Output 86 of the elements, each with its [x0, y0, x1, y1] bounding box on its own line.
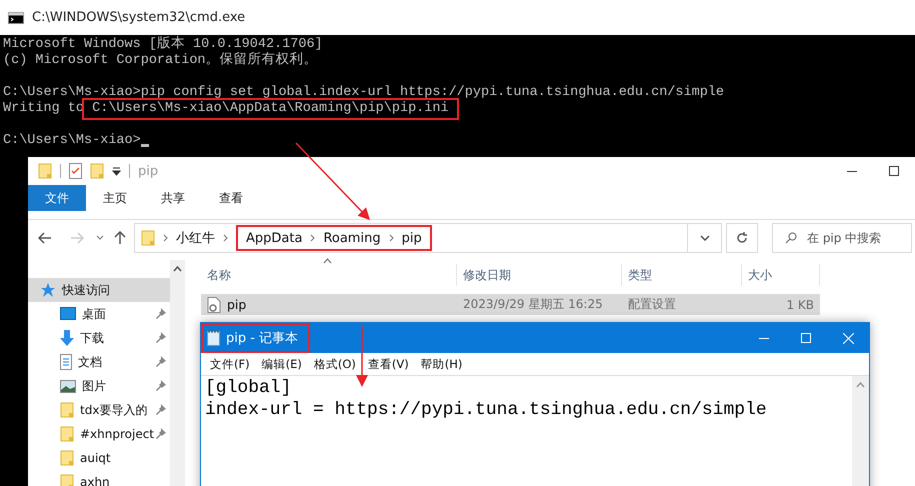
- console-app-icon: [8, 12, 24, 24]
- pin-icon[interactable]: [156, 380, 166, 391]
- column-header[interactable]: 大小: [742, 264, 820, 286]
- window-title: pip: [138, 164, 158, 178]
- highlighted-path: C:\Users\Ms-xiao\AppData\Roaming\pip\pip.ini: [82, 98, 459, 120]
- dropdown-icon[interactable]: [112, 166, 121, 176]
- sidebar-item[interactable]: 桌面: [28, 302, 170, 326]
- window-title: C:\WINDOWS\system32\cmd.exe: [32, 10, 246, 25]
- menu-item[interactable]: 文件(F): [205, 356, 255, 372]
- refresh-button[interactable]: [726, 223, 758, 253]
- scrollbar[interactable]: [170, 260, 185, 486]
- pin-icon[interactable]: [156, 356, 166, 367]
- settings-file-icon: [207, 296, 221, 312]
- folder-icon: [38, 163, 52, 179]
- notepad-icon: [207, 330, 220, 346]
- chevron-right-icon: [388, 234, 394, 242]
- folder-icon: [60, 402, 74, 418]
- sidebar-item[interactable]: 图片: [28, 374, 170, 398]
- folder-icon: [60, 450, 74, 466]
- sort-caret-icon: [323, 258, 332, 264]
- search-field[interactable]: 在 pip 中搜索: [772, 223, 912, 253]
- download-arrow-icon: [60, 330, 74, 346]
- ribbon-tab[interactable]: 共享: [144, 185, 202, 211]
- sidebar-item[interactable]: tdx要导入的: [28, 398, 170, 422]
- ribbon-tab[interactable]: 主页: [86, 185, 144, 211]
- menu-item[interactable]: 查看(V): [362, 356, 414, 372]
- maximize-icon: [889, 166, 899, 176]
- menu-item[interactable]: 编辑(E): [256, 356, 307, 372]
- picture-icon: [60, 380, 76, 392]
- chevron-right-icon: [223, 234, 228, 242]
- console-line: Microsoft Windows [版本 10.0.19042.1706]: [3, 37, 323, 52]
- ribbon-tab[interactable]: 查看: [202, 185, 260, 211]
- sidebar-item[interactable]: 文档: [28, 350, 170, 374]
- file-type: 配置设置: [628, 296, 676, 313]
- chevron-right-icon: [163, 234, 168, 242]
- address-bar[interactable]: 小红牛 AppData Roaming pip: [134, 223, 722, 253]
- file-row[interactable]: pip 2023/9/29 星期五 16:25 配置设置 1 KB: [201, 294, 820, 315]
- search-icon: [785, 232, 797, 244]
- close-icon: [842, 332, 854, 344]
- console-line: C:\Users\Ms-xiao>pip config set global.index-url https://pypi.tuna.tsinghua.edu.cn/simple: [3, 85, 724, 101]
- sidebar-item[interactable]: #xhnproject: [28, 422, 170, 446]
- scroll-up-icon[interactable]: [173, 266, 182, 272]
- sidebar-item[interactable]: axhn: [28, 470, 170, 486]
- pin-icon[interactable]: [156, 428, 166, 439]
- file-size: 1 KB: [786, 298, 814, 312]
- ribbon-tab[interactable]: 文件: [28, 185, 86, 211]
- desktop-icon: [60, 307, 76, 321]
- sidebar-item[interactable]: auiqt: [28, 446, 170, 470]
- folder-icon: [60, 474, 74, 486]
- window-title: pip - 记事本: [226, 330, 298, 347]
- chevron-down-icon[interactable]: [96, 235, 104, 241]
- pin-icon[interactable]: [156, 308, 166, 319]
- console-line: (c) Microsoft Corporation。保留所有权利。: [3, 53, 318, 69]
- sidebar-item[interactable]: 下载: [28, 326, 170, 350]
- folder-icon: [141, 230, 155, 246]
- column-header[interactable]: 类型: [622, 264, 742, 286]
- star-icon: [40, 282, 56, 298]
- maximize-icon: [801, 333, 811, 343]
- scrollbar[interactable]: [852, 376, 869, 486]
- editor-text-line: index-url = https://pypi.tuna.tsinghua.edu.cn/simple: [205, 399, 768, 421]
- pin-icon[interactable]: [156, 332, 166, 343]
- pin-icon[interactable]: [156, 404, 166, 415]
- chevron-down-icon: [700, 235, 710, 241]
- document-icon: [60, 354, 72, 370]
- chevron-right-icon: [310, 234, 316, 242]
- sidebar-item[interactable]: 快速访问: [28, 278, 170, 302]
- new-folder-icon: [90, 163, 104, 179]
- breadcrumb-item[interactable]: AppData: [246, 230, 302, 246]
- breadcrumb-item[interactable]: Roaming: [323, 230, 381, 246]
- column-header[interactable]: 名称: [201, 264, 457, 286]
- back-arrow-icon[interactable]: [38, 232, 52, 244]
- annotation-arrow: [356, 326, 368, 387]
- editor-text-line: [global]: [205, 377, 292, 399]
- folder-icon: [60, 426, 74, 442]
- properties-icon[interactable]: [69, 163, 82, 179]
- breadcrumb-item[interactable]: pip: [402, 230, 422, 246]
- minimize-icon: [847, 170, 857, 172]
- file-date: 2023/9/29 星期五 16:25: [463, 296, 603, 313]
- file-name: pip: [227, 297, 246, 312]
- column-header[interactable]: 修改日期: [457, 264, 622, 286]
- refresh-icon: [736, 232, 748, 244]
- console-line: C:\Users\Ms-xiao>: [3, 133, 141, 149]
- menu-item[interactable]: 帮助(H): [416, 356, 468, 372]
- menu-item[interactable]: 格式(O): [308, 356, 361, 372]
- breadcrumb-item[interactable]: 小红牛: [176, 229, 215, 247]
- up-arrow-icon[interactable]: [114, 231, 126, 245]
